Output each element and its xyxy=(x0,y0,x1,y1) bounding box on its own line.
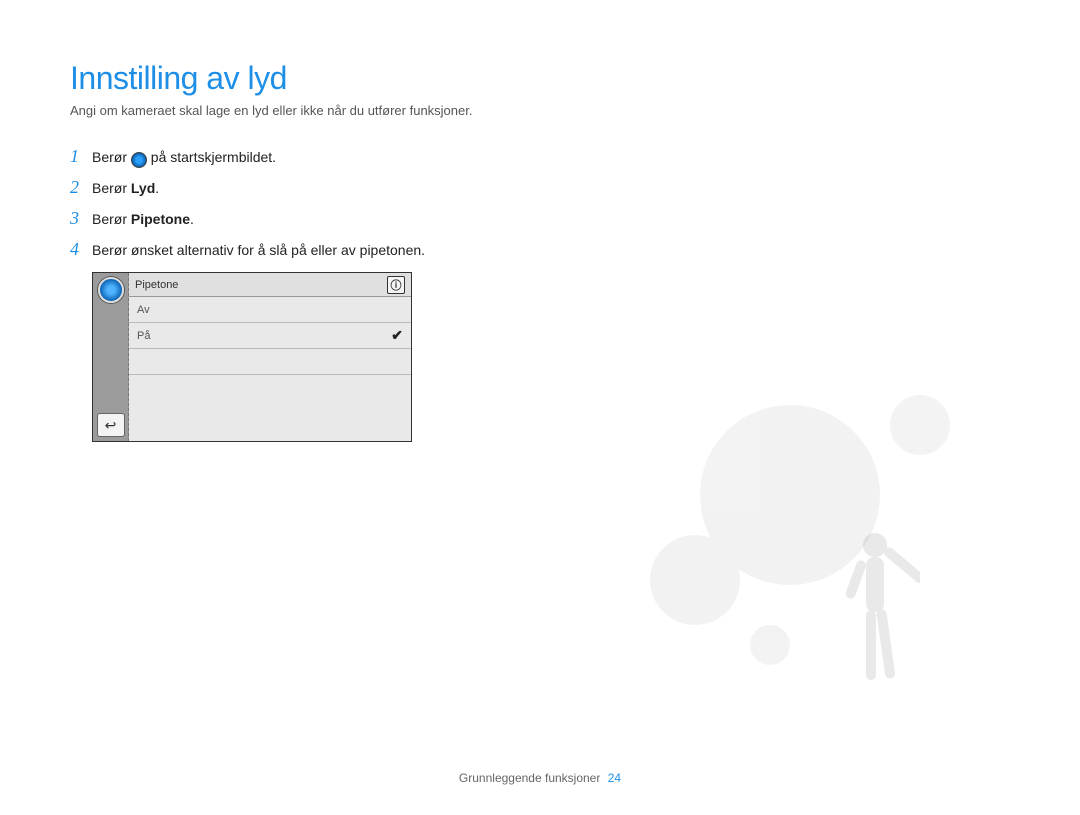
step-pre: Berør xyxy=(92,180,131,196)
footer-page-number: 24 xyxy=(608,771,621,785)
step-number: 2 xyxy=(70,177,92,198)
step-bold: Lyd xyxy=(131,180,155,196)
page-subtitle: Angi om kameraet skal lage en lyd eller … xyxy=(70,103,1010,118)
device-header: Pipetone ⓘ xyxy=(129,273,411,297)
device-sidebar: ↩ xyxy=(93,273,129,441)
gear-icon xyxy=(131,152,147,168)
step-number: 3 xyxy=(70,208,92,229)
step-post: på startskjermbildet. xyxy=(151,149,276,165)
step-4: 4 Berør ønsket alternativ for å slå på e… xyxy=(70,239,1010,260)
decorative-circles xyxy=(660,395,1020,735)
option-label: På xyxy=(137,330,150,342)
settings-gear-icon[interactable] xyxy=(98,277,124,303)
info-button[interactable]: ⓘ xyxy=(387,276,405,294)
info-icon: ⓘ xyxy=(391,277,402,293)
back-arrow-icon: ↩ xyxy=(105,417,117,434)
decorative-person-icon xyxy=(830,525,920,725)
option-pa[interactable]: På ✔ xyxy=(129,323,411,349)
step-pre: Berør ønsket alternativ for å slå på ell… xyxy=(92,242,425,258)
checkmark-icon: ✔ xyxy=(391,327,403,344)
device-screenshot: ↩ Pipetone ⓘ Av På ✔ xyxy=(92,272,412,442)
step-list: 1 Berør på startskjermbildet. 2 Berør Ly… xyxy=(70,146,1010,260)
step-bold: Pipetone xyxy=(131,211,190,227)
option-av[interactable]: Av xyxy=(129,297,411,323)
step-1: 1 Berør på startskjermbildet. xyxy=(70,146,1010,167)
option-label: Av xyxy=(137,304,150,316)
step-number: 1 xyxy=(70,146,92,167)
step-pre: Berør xyxy=(92,211,131,227)
back-button[interactable]: ↩ xyxy=(97,413,125,437)
page-footer: Grunnleggende funksjoner 24 xyxy=(0,771,1080,785)
step-text: Berør på startskjermbildet. xyxy=(92,149,276,166)
step-text: Berør Pipetone. xyxy=(92,211,194,227)
step-number: 4 xyxy=(70,239,92,260)
step-post: . xyxy=(155,180,159,196)
step-2: 2 Berør Lyd. xyxy=(70,177,1010,198)
step-3: 3 Berør Pipetone. xyxy=(70,208,1010,229)
device-content: Pipetone ⓘ Av På ✔ xyxy=(129,273,411,441)
step-pre: Berør xyxy=(92,149,131,165)
device-header-title: Pipetone xyxy=(135,279,178,291)
page-title: Innstilling av lyd xyxy=(70,60,1010,97)
option-empty xyxy=(129,349,411,375)
step-text: Berør ønsket alternativ for å slå på ell… xyxy=(92,242,425,258)
step-text: Berør Lyd. xyxy=(92,180,159,196)
footer-section: Grunnleggende funksjoner xyxy=(459,771,600,785)
step-post: . xyxy=(190,211,194,227)
